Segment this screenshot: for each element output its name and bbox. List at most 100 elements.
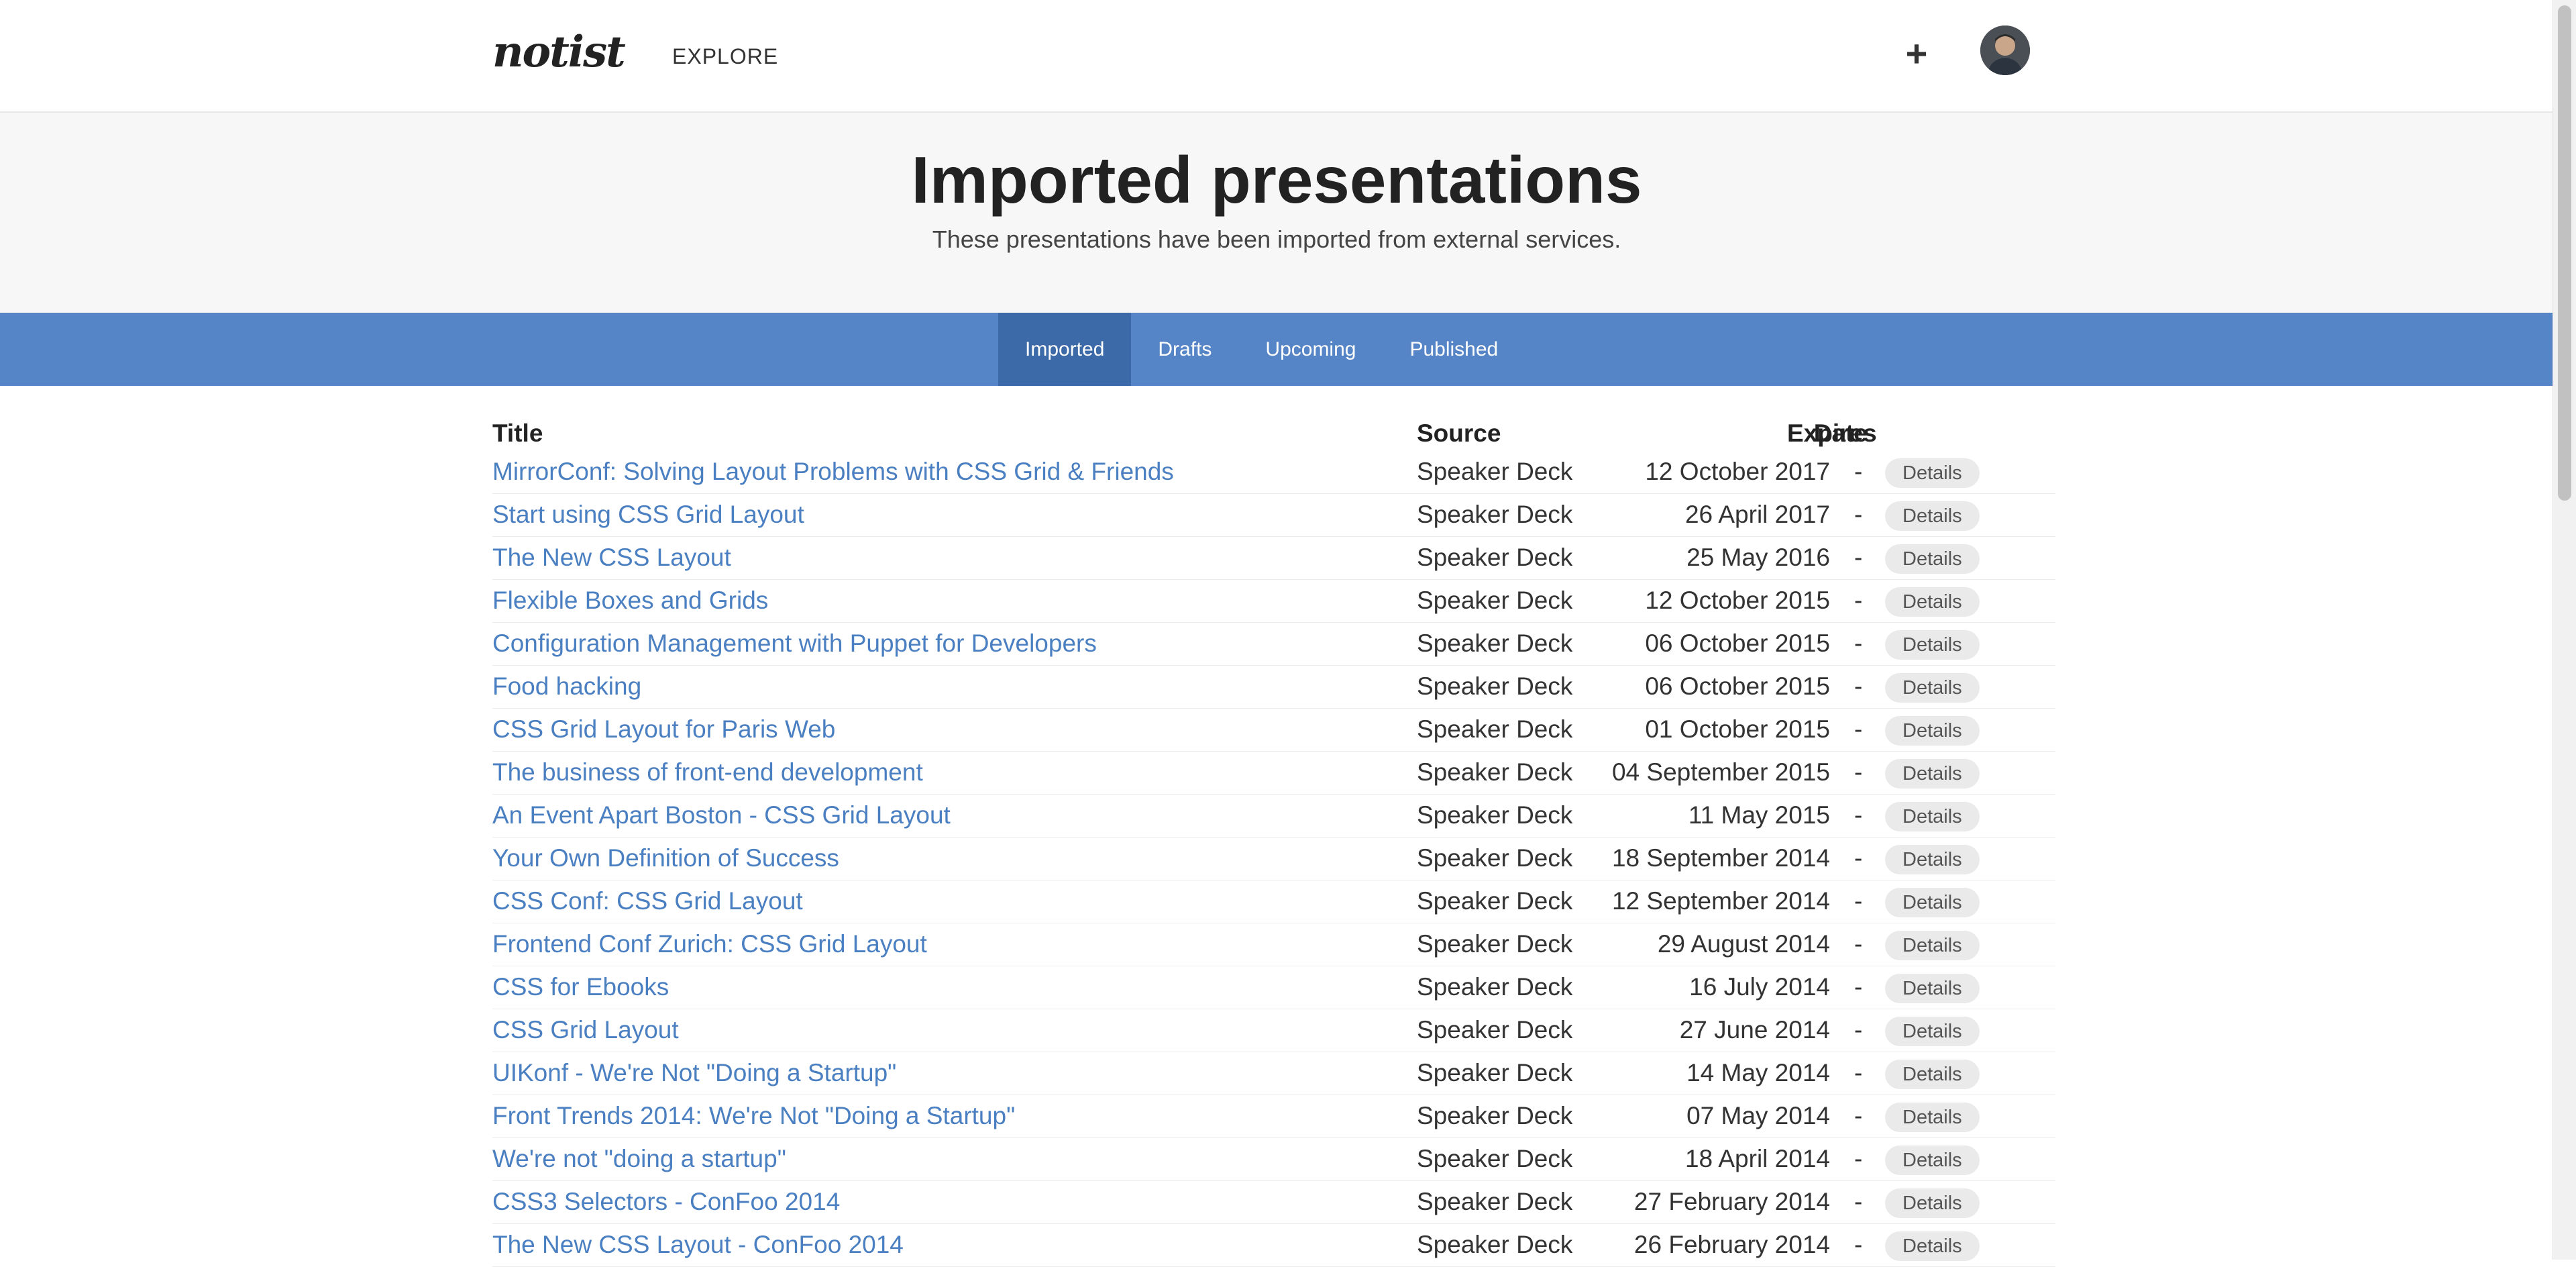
presentation-expires: - — [1854, 458, 1863, 485]
presentation-title-link[interactable]: Frontend Conf Zurich: CSS Grid Layout — [492, 930, 927, 958]
details-button[interactable]: Details — [1885, 759, 1980, 789]
page-header: Imported presentations These presentatio… — [0, 113, 2553, 313]
tab-list: Imported Drafts Upcoming Published — [998, 313, 1525, 386]
presentation-expires: - — [1854, 930, 1863, 958]
presentation-title-link[interactable]: Front Trends 2014: We're Not "Doing a St… — [492, 1102, 1015, 1130]
presentation-source: Speaker Deck — [1417, 758, 1573, 786]
presentation-source: Speaker Deck — [1417, 501, 1573, 528]
presentation-date: 12 September 2014 — [1611, 887, 1830, 915]
presentation-title-link[interactable]: CSS for Ebooks — [492, 973, 669, 1001]
table-row: CSS Grid Layout Speaker Deck 27 June 2014-… — [492, 1009, 2055, 1052]
details-button[interactable]: Details — [1885, 802, 1980, 831]
details-button[interactable]: Details — [1885, 1146, 1980, 1175]
presentation-date: 26 April 2017 — [1684, 501, 1830, 528]
details-button[interactable]: Details — [1885, 501, 1980, 531]
presentation-date: 14 May 2014 — [1686, 1059, 1830, 1086]
presentation-source: Speaker Deck — [1417, 629, 1573, 657]
presentation-expires: - — [1854, 758, 1863, 786]
presentation-source: Speaker Deck — [1417, 715, 1573, 743]
presentation-title-link[interactable]: An Event Apart Boston - CSS Grid Layout — [492, 801, 951, 829]
table-row: CSS Grid Layout for Paris Web Speaker Dec… — [492, 709, 2055, 752]
vertical-scrollbar[interactable] — [2553, 0, 2576, 1260]
table-row: MirrorConf: Solving Layout Problems with… — [492, 451, 2055, 494]
details-button[interactable]: Details — [1885, 716, 1980, 746]
presentation-date: 18 April 2014 — [1684, 1145, 1830, 1172]
presentation-title-link[interactable]: Start using CSS Grid Layout — [492, 501, 804, 529]
page-subtitle: These presentations have been imported f… — [932, 225, 1621, 253]
presentation-expires: - — [1854, 844, 1863, 872]
table-row: Front Trends 2014: We're Not "Doing a St… — [492, 1095, 2055, 1138]
presentation-expires: - — [1854, 1016, 1863, 1044]
presentations-table: Title Source Date Expires MirrorConf: So… — [492, 414, 2055, 1267]
presentation-title-link[interactable]: Your Own Definition of Success — [492, 844, 839, 872]
details-button[interactable]: Details — [1885, 931, 1980, 960]
scrollbar-thumb[interactable] — [2558, 5, 2571, 501]
presentation-date: 18 September 2014 — [1611, 844, 1830, 872]
notist-logo[interactable]: notist — [492, 27, 626, 77]
details-button[interactable]: Details — [1885, 587, 1980, 617]
top-navigation: notist EXPLORE + — [0, 0, 2553, 113]
table-row: We're not "doing a startup" Speaker Deck 1… — [492, 1138, 2055, 1181]
presentation-source: Speaker Deck — [1417, 1188, 1573, 1215]
tab-imported[interactable]: Imported — [998, 313, 1132, 386]
presentation-title-link[interactable]: CSS Conf: CSS Grid Layout — [492, 887, 803, 915]
details-button[interactable]: Details — [1885, 1188, 1980, 1218]
presentation-date: 26 February 2014 — [1633, 1231, 1830, 1258]
presentation-source: Speaker Deck — [1417, 672, 1573, 700]
presentation-date: 27 February 2014 — [1633, 1188, 1830, 1215]
details-button[interactable]: Details — [1885, 845, 1980, 874]
presentation-source: Speaker Deck — [1417, 1016, 1573, 1044]
presentation-title-link[interactable]: CSS Grid Layout — [492, 1016, 679, 1044]
details-button[interactable]: Details — [1885, 974, 1980, 1003]
presentation-source: Speaker Deck — [1417, 544, 1573, 571]
table-row: Food hacking Speaker Deck 06 October 2015-… — [492, 666, 2055, 709]
presentation-expires: - — [1854, 1059, 1863, 1086]
presentation-source: Speaker Deck — [1417, 1145, 1573, 1172]
explore-link[interactable]: EXPLORE — [672, 44, 778, 69]
table-row: Start using CSS Grid Layout Speaker Deck 2… — [492, 494, 2055, 537]
presentation-source: Speaker Deck — [1417, 458, 1573, 485]
table-row: CSS3 Selectors - ConFoo 2014 Speaker Deck… — [492, 1181, 2055, 1224]
presentation-title-link[interactable]: UIKonf - We're Not "Doing a Startup" — [492, 1059, 896, 1087]
presentation-title-link[interactable]: Food hacking — [492, 672, 641, 701]
table-row: Configuration Management with Puppet for… — [492, 623, 2055, 666]
presentation-source: Speaker Deck — [1417, 887, 1573, 915]
details-button[interactable]: Details — [1885, 1017, 1980, 1046]
presentation-title-link[interactable]: CSS3 Selectors - ConFoo 2014 — [492, 1188, 840, 1216]
presentation-title-link[interactable]: Configuration Management with Puppet for… — [492, 629, 1097, 658]
details-button[interactable]: Details — [1885, 1103, 1980, 1132]
details-button[interactable]: Details — [1885, 1060, 1980, 1089]
presentation-date: 11 May 2015 — [1688, 801, 1830, 829]
details-button[interactable]: Details — [1885, 630, 1980, 660]
presentation-title-link[interactable]: MirrorConf: Solving Layout Problems with… — [492, 458, 1174, 486]
presentation-title-link[interactable]: The New CSS Layout — [492, 544, 731, 572]
presentation-expires: - — [1854, 1145, 1863, 1172]
presentation-source: Speaker Deck — [1417, 930, 1573, 958]
presentation-title-link[interactable]: Flexible Boxes and Grids — [492, 587, 768, 615]
column-header-source: Source — [1417, 419, 1501, 447]
details-button[interactable]: Details — [1885, 544, 1980, 574]
tab-upcoming[interactable]: Upcoming — [1238, 313, 1383, 386]
presentation-date: 06 October 2015 — [1645, 629, 1830, 657]
table-row: Frontend Conf Zurich: CSS Grid Layout Spe… — [492, 923, 2055, 966]
presentation-source: Speaker Deck — [1417, 1102, 1573, 1129]
presentation-title-link[interactable]: The New CSS Layout - ConFoo 2014 — [492, 1231, 904, 1259]
details-button[interactable]: Details — [1885, 888, 1980, 917]
table-row: The New CSS Layout - ConFoo 2014 Speaker … — [492, 1224, 2055, 1267]
user-avatar[interactable] — [1980, 26, 2030, 75]
table-row: Your Own Definition of Success Speaker De… — [492, 838, 2055, 880]
presentation-title-link[interactable]: CSS Grid Layout for Paris Web — [492, 715, 835, 744]
presentation-title-link[interactable]: The business of front-end development — [492, 758, 923, 787]
add-presentation-button[interactable]: + — [1900, 30, 1933, 78]
tab-drafts[interactable]: Drafts — [1131, 313, 1238, 386]
presentation-date: 16 July 2014 — [1689, 973, 1830, 1001]
details-button[interactable]: Details — [1885, 1231, 1980, 1261]
tab-published[interactable]: Published — [1383, 313, 1525, 386]
presentation-expires: - — [1854, 973, 1863, 1001]
presentation-title-link[interactable]: We're not "doing a startup" — [492, 1145, 786, 1173]
presentation-date: 07 May 2014 — [1686, 1102, 1830, 1129]
presentation-expires: - — [1854, 629, 1863, 657]
details-button[interactable]: Details — [1885, 673, 1980, 703]
presentation-date: 12 October 2015 — [1645, 587, 1830, 614]
details-button[interactable]: Details — [1885, 458, 1980, 488]
